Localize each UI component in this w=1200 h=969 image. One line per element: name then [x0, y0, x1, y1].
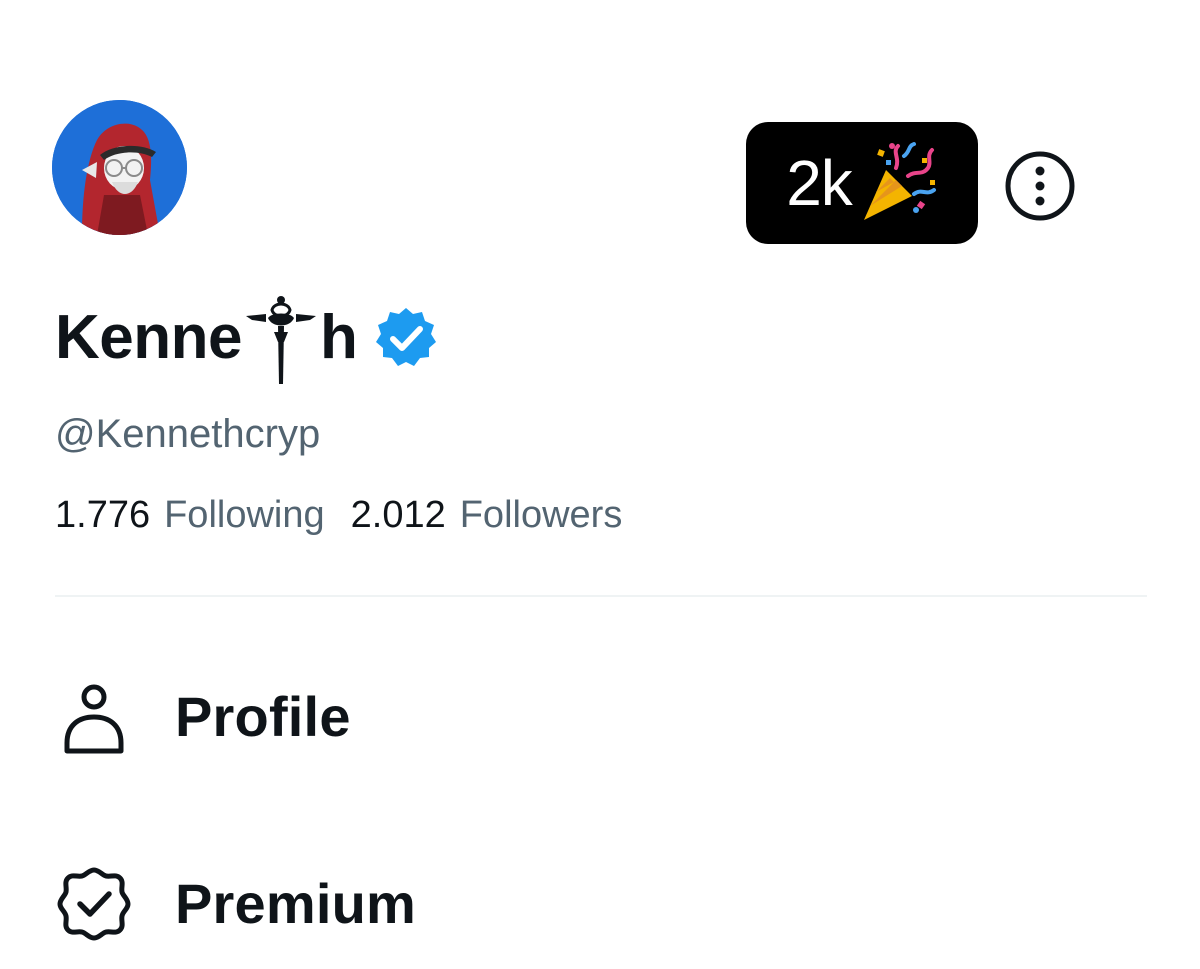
followers-label: Followers	[459, 494, 623, 536]
menu-item-premium-label: Premium	[175, 871, 417, 935]
menu-item-profile-label: Profile	[175, 684, 351, 748]
following-label: Following	[164, 494, 325, 536]
avatar[interactable]	[52, 100, 187, 235]
verified-badge-icon[interactable]	[373, 305, 439, 371]
followers-count: 2.012	[350, 494, 446, 536]
display-name-end: h	[319, 303, 358, 372]
divider	[55, 595, 1147, 597]
avatar-image	[52, 100, 187, 235]
menu-item-premium[interactable]: Premium	[55, 853, 416, 953]
premium-verified-icon	[55, 864, 133, 942]
more-options-button[interactable]	[1003, 149, 1077, 223]
following-link[interactable]: 1.776 Following	[55, 493, 325, 539]
staff-glyph-icon	[244, 288, 318, 388]
following-count: 1.776	[55, 494, 151, 536]
display-name-row: Kenne h	[55, 288, 439, 388]
menu-item-profile[interactable]: Profile	[55, 666, 351, 766]
party-popper-icon	[856, 140, 942, 226]
followers-link[interactable]: 2.012 Followers	[351, 493, 623, 539]
more-options-icon	[1005, 151, 1075, 221]
display-name: Kenne h	[55, 288, 358, 388]
user-handle: @Kennethcryp	[55, 412, 321, 456]
display-name-start: Kenne	[55, 303, 242, 372]
follower-milestone-badge[interactable]: 2k	[746, 122, 978, 244]
milestone-label: 2k	[786, 147, 853, 219]
person-icon	[55, 677, 133, 755]
follow-stats: 1.776 Following 2.012 Followers	[55, 493, 622, 539]
